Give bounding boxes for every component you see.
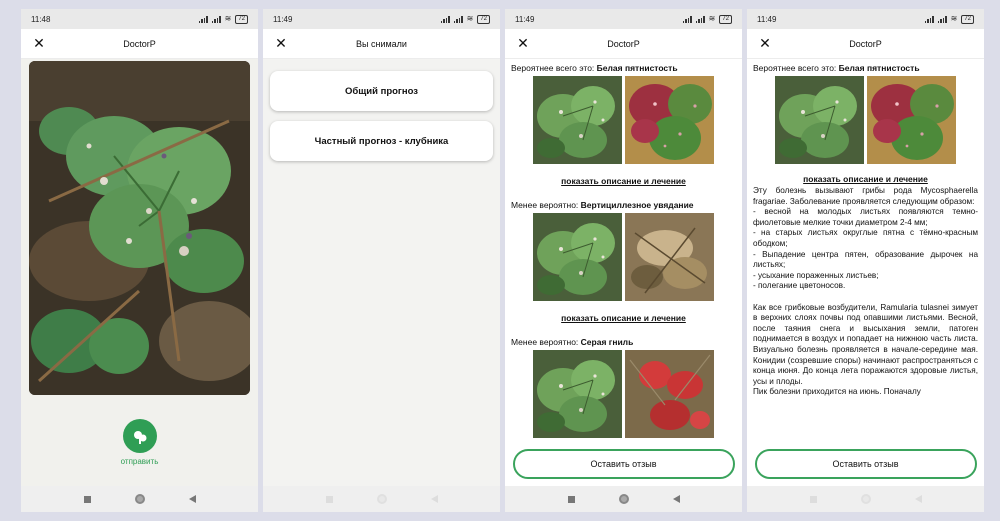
example-images [505, 213, 742, 301]
app-bar: ✕ DoctorP [747, 29, 984, 59]
clock: 11:48 [31, 14, 51, 24]
system-nav-bar [21, 486, 258, 512]
example-photo [625, 76, 714, 164]
phone-screen-description: 11:49 ≋ 72 ✕ DoctorP Вероятнее всего это… [747, 9, 984, 512]
back-icon[interactable] [672, 495, 680, 503]
status-bar: 11:49 ≋ 72 [263, 9, 500, 29]
leave-feedback-button[interactable]: Оставить отзыв [512, 449, 735, 479]
recent-apps-icon[interactable] [809, 495, 817, 503]
home-icon[interactable] [618, 494, 629, 504]
example-photo [625, 213, 714, 301]
wifi-icon: ≋ [950, 14, 958, 23]
back-icon[interactable] [914, 495, 922, 503]
phone-screen-camera: 11:48 ≋ 72 ✕ DoctorP отправить [21, 9, 258, 512]
back-icon[interactable] [430, 495, 438, 503]
signal-icon-2 [695, 15, 705, 23]
strawberry-forecast-button[interactable]: Частный прогноз - клубника [270, 121, 493, 161]
example-photo [625, 350, 714, 438]
diagnosis-line: Менее вероятно: Вертициллезное увядание [511, 200, 694, 210]
clock: 11:49 [515, 14, 535, 24]
diagnosis-line: Вероятнее всего это: Белая пятнистость [511, 63, 678, 73]
close-icon[interactable]: ✕ [757, 35, 773, 51]
close-icon[interactable]: ✕ [273, 35, 289, 51]
signal-icon-2 [453, 15, 463, 23]
disease-name: Белая пятнистость [596, 63, 678, 73]
home-icon[interactable] [134, 494, 145, 504]
home-icon[interactable] [376, 494, 387, 504]
recent-apps-icon[interactable] [567, 495, 575, 503]
captured-plant-photo [29, 61, 250, 395]
phone-screen-results: 11:49 ≋ 72 ✕ DoctorP Вероятнее всего это… [505, 9, 742, 512]
system-nav-bar [505, 486, 742, 512]
recent-apps-icon[interactable] [83, 495, 91, 503]
status-bar: 11:49 ≋ 72 [747, 9, 984, 29]
wifi-icon: ≋ [466, 14, 474, 23]
app-title: DoctorP [849, 38, 882, 49]
disease-name: Серая гниль [580, 337, 634, 347]
example-photo [533, 213, 622, 301]
signal-icon [440, 15, 450, 23]
example-images [505, 350, 742, 438]
example-images [505, 76, 742, 164]
general-forecast-button[interactable]: Общий прогноз [270, 71, 493, 111]
disease-name: Вертициллезное увядание [580, 200, 694, 210]
back-icon[interactable] [188, 495, 196, 503]
app-title: DoctorP [123, 38, 156, 49]
app-title: DoctorP [607, 38, 640, 49]
app-title: Вы снимали [356, 38, 407, 49]
diagnosis-line: Менее вероятно: Серая гниль [511, 337, 634, 347]
signal-icon [198, 15, 208, 23]
status-bar: 11:49 ≋ 72 [505, 9, 742, 29]
disease-name: Белая пятнистость [838, 63, 920, 73]
feedback-area: Оставить отзыв [505, 442, 742, 486]
send-label[interactable]: отправить [121, 457, 159, 466]
signal-icon-2 [937, 15, 947, 23]
forecast-options: Общий прогноз Частный прогноз - клубника [263, 59, 500, 486]
diagnosis-line: Вероятнее всего это: Белая пятнистость [753, 63, 920, 73]
wifi-icon: ≋ [224, 14, 232, 23]
show-description-link[interactable]: показать описание и лечение [505, 313, 742, 323]
status-bar: 11:48 ≋ 72 [21, 9, 258, 29]
example-photo [775, 76, 864, 164]
disease-description: Эту болезнь вызывают грибы рода Mycospha… [753, 186, 978, 397]
battery-icon: 72 [235, 14, 248, 24]
wifi-icon: ≋ [708, 14, 716, 23]
show-description-link[interactable]: показать описание и лечение [747, 174, 984, 184]
example-images [747, 76, 984, 164]
show-description-link[interactable]: показать описание и лечение [505, 176, 742, 186]
signal-icon [682, 15, 692, 23]
home-icon[interactable] [860, 494, 871, 504]
feedback-area: Оставить отзыв [747, 442, 984, 486]
phone-screen-forecast-choice: 11:49 ≋ 72 ✕ Вы снимали Общий прогноз Ча… [263, 9, 500, 512]
close-icon[interactable]: ✕ [515, 35, 531, 51]
app-bar: ✕ DoctorP [21, 29, 258, 59]
close-icon[interactable]: ✕ [31, 35, 47, 51]
system-nav-bar [263, 486, 500, 512]
signal-icon-2 [211, 15, 221, 23]
system-nav-bar [747, 486, 984, 512]
description-scroll[interactable]: Вероятнее всего это: Белая пятнистость п… [747, 59, 984, 486]
example-photo [533, 76, 622, 164]
example-photo [533, 350, 622, 438]
camera-body: отправить [21, 59, 258, 486]
battery-icon: 72 [719, 14, 732, 24]
clock: 11:49 [273, 14, 293, 24]
clock: 11:49 [757, 14, 777, 24]
send-control: отправить [21, 419, 258, 466]
plant-upload-icon[interactable] [122, 419, 157, 453]
results-list[interactable]: Вероятнее всего это: Белая пятнистость п… [505, 59, 742, 486]
app-bar: ✕ Вы снимали [263, 29, 500, 59]
battery-icon: 72 [961, 14, 974, 24]
battery-icon: 72 [477, 14, 490, 24]
screenshot-collage: 11:48 ≋ 72 ✕ DoctorP отправить 11:49 ≋ 7… [0, 0, 1000, 521]
signal-icon [924, 15, 934, 23]
example-photo [867, 76, 956, 164]
leave-feedback-button[interactable]: Оставить отзыв [754, 449, 977, 479]
recent-apps-icon[interactable] [325, 495, 333, 503]
app-bar: ✕ DoctorP [505, 29, 742, 59]
